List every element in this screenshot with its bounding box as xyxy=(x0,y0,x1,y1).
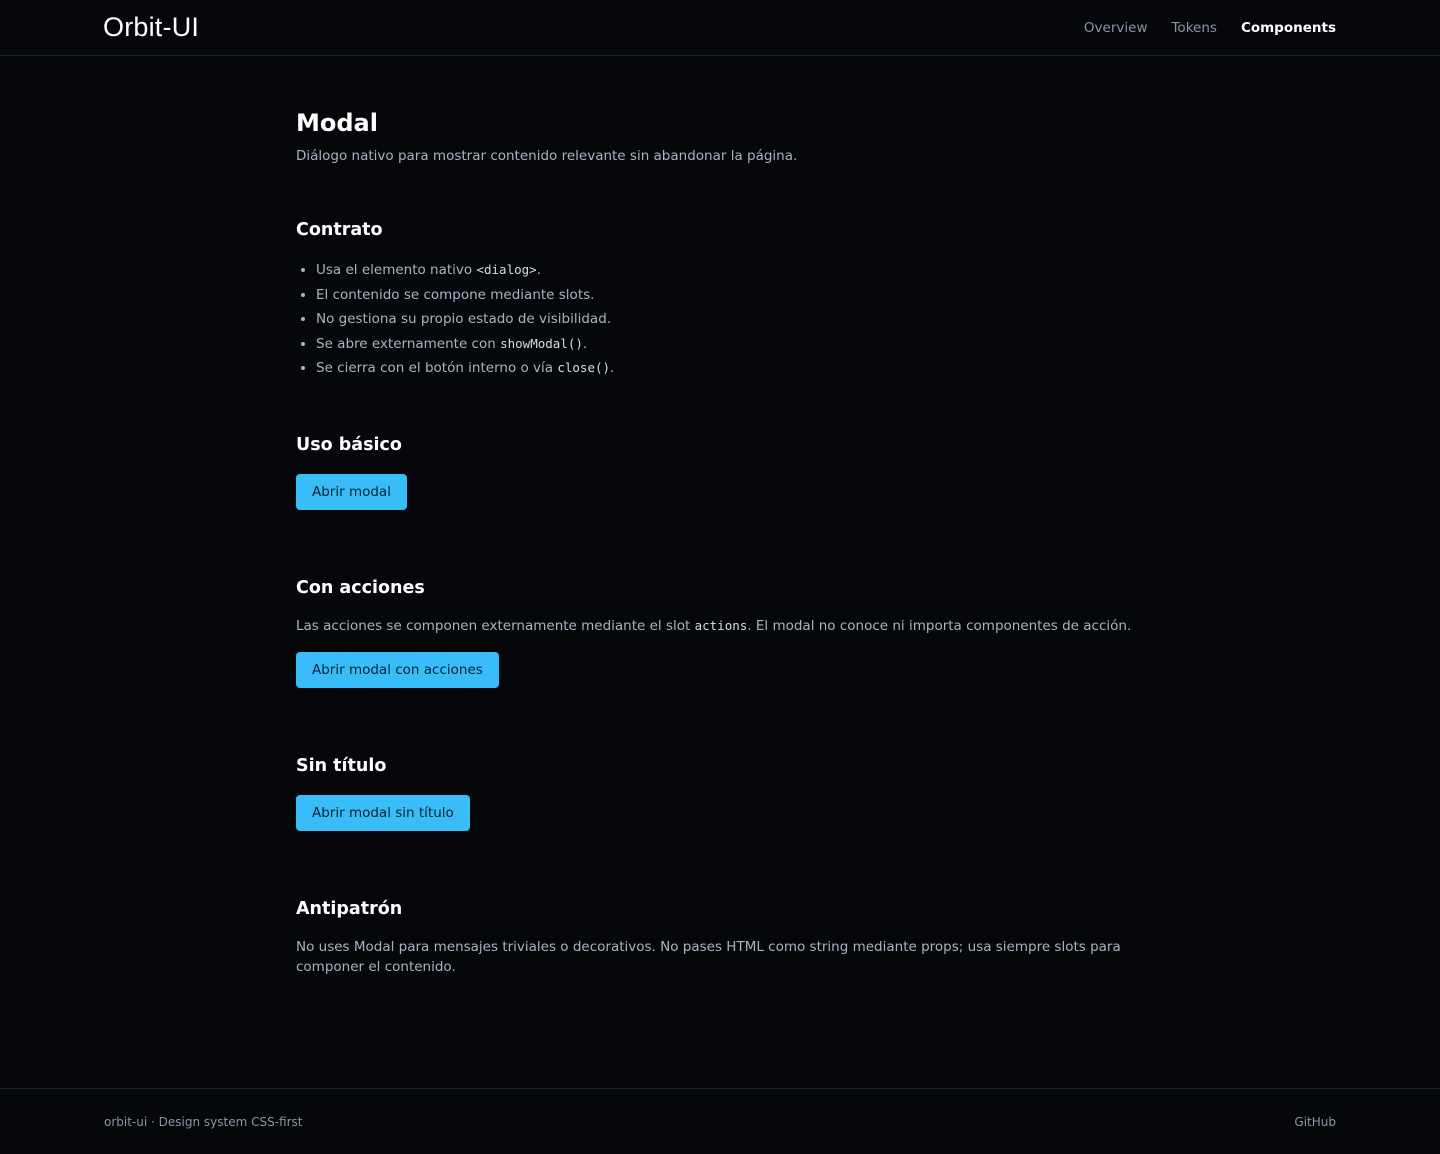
list-item: No gestiona su propio estado de visibili… xyxy=(316,307,1156,332)
section-antipatron: Antipatrón No uses Modal para mensajes t… xyxy=(296,897,1156,977)
main-content: Modal Diálogo nativo para mostrar conten… xyxy=(296,56,1156,977)
list-item: Se cierra con el botón interno o vía clo… xyxy=(316,356,1156,381)
nav-tokens[interactable]: Tokens xyxy=(1171,20,1216,36)
section-heading-sin-titulo: Sin título xyxy=(296,755,387,776)
inline-code: close() xyxy=(557,360,611,375)
inline-code: actions xyxy=(694,617,748,633)
list-item: Se abre externamente con showModal(). xyxy=(316,332,1156,357)
section-heading-antipatron: Antipatrón xyxy=(296,898,403,919)
open-modal-actions-button[interactable]: Abrir modal con acciones xyxy=(296,651,499,688)
inline-code: <dialog> xyxy=(476,262,537,277)
nav-overview[interactable]: Overview xyxy=(1084,20,1148,36)
page-description: Diálogo nativo para mostrar contenido re… xyxy=(296,148,798,164)
section-heading-contrato: Contrato xyxy=(296,220,383,240)
antipattern-description: No uses Modal para mensajes triviales o … xyxy=(296,938,1121,975)
section-uso-basico: Uso básico Abrir modal xyxy=(296,433,1156,510)
main-nav: Overview Tokens Components xyxy=(1084,20,1336,36)
section-heading-con-acciones: Con acciones xyxy=(296,577,425,598)
list-item: El contenido se compone mediante slots. xyxy=(316,283,1156,308)
github-link[interactable]: GitHub xyxy=(1294,1115,1336,1129)
brand-logo[interactable]: Orbit-UI xyxy=(103,12,199,43)
inline-code: showModal() xyxy=(500,335,583,351)
actions-description: Las acciones se componen externamente me… xyxy=(296,617,1132,634)
footer-credit: orbit-ui · Design system CSS-first xyxy=(104,1115,303,1129)
top-navbar: Orbit-UI Overview Tokens Components xyxy=(0,0,1440,56)
list-item: Usa el elemento nativo <dialog>. xyxy=(316,258,1156,283)
page-footer: orbit-ui · Design system CSS-first GitHu… xyxy=(0,1088,1440,1154)
open-modal-untitled-button[interactable]: Abrir modal sin título xyxy=(296,794,470,831)
contract-list: Usa el elemento nativo <dialog>. El cont… xyxy=(296,258,1156,381)
nav-components[interactable]: Components xyxy=(1241,20,1336,36)
section-sin-titulo: Sin título Abrir modal sin título xyxy=(296,754,1156,831)
open-modal-button[interactable]: Abrir modal xyxy=(296,473,407,510)
page-title: Modal xyxy=(296,109,378,137)
section-con-acciones: Con acciones Las acciones se componen ex… xyxy=(296,576,1156,688)
section-contrato: Contrato Usa el elemento nativo <dialog>… xyxy=(296,218,1156,381)
section-heading-uso-basico: Uso básico xyxy=(296,434,402,455)
